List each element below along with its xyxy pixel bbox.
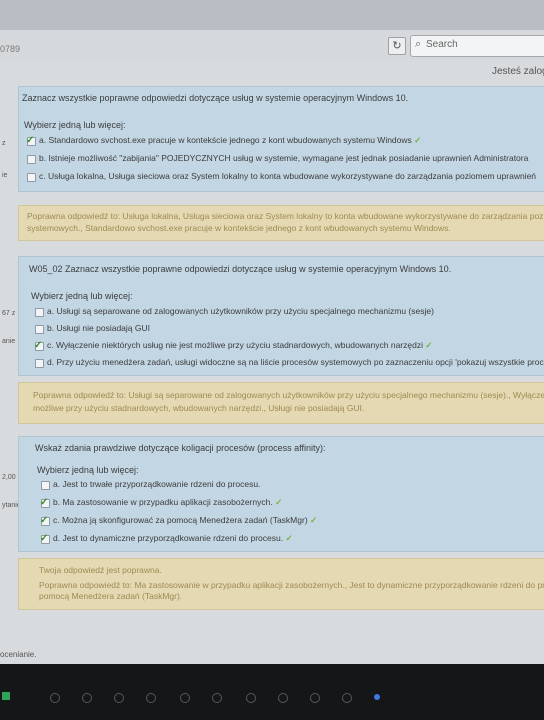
question-instruction: Wybierz jedną lub więcej:	[24, 120, 126, 130]
question-3-feedback: Twoja odpowiedź jest poprawna. Poprawna …	[18, 558, 544, 610]
feedback-line: możliwe przy użyciu stadnardowych, wbudo…	[33, 403, 365, 413]
status-text: ocenianie.	[0, 650, 37, 659]
question-2-feedback: Poprawna odpowiedź to: Usługi są separow…	[18, 382, 544, 424]
answer-checkbox-b[interactable]	[27, 155, 36, 164]
feedback-line: Poprawna odpowiedź to: Usługa lokalna, U…	[27, 211, 544, 221]
correct-tick-icon: ✓	[275, 497, 283, 507]
answer-checkbox-a[interactable]	[35, 308, 44, 317]
question-1-panel: Zaznacz wszystkie poprawne odpowiedzi do…	[18, 86, 544, 192]
checkmark-icon: ✓	[26, 135, 35, 146]
answer-checkbox-a[interactable]	[41, 481, 50, 490]
monitor-button-icon[interactable]	[310, 693, 320, 703]
monitor-button-icon[interactable]	[82, 693, 92, 703]
answer-option-b[interactable]: b. Ma zastosowanie w przypadku aplikacji…	[53, 497, 282, 508]
feedback-line: Twoja odpowiedź jest poprawna.	[39, 565, 162, 575]
answer-option-a[interactable]: a. Standardowo svchost.exe pracuje w kon…	[39, 135, 421, 146]
feedback-line: pomocą Menedżera zadań (TaskMgr).	[39, 591, 183, 601]
monitor-button-icon[interactable]	[246, 693, 256, 703]
checkmark-icon: ✓	[40, 497, 49, 508]
monitor-button-icon[interactable]	[212, 693, 222, 703]
correct-tick-icon: ✓	[414, 135, 422, 145]
question-instruction: Wybierz jedną lub więcej:	[37, 465, 139, 475]
reload-icon[interactable]: ↻	[388, 37, 406, 55]
url-fragment[interactable]: 0789	[0, 44, 20, 54]
correct-tick-icon: ✓	[310, 515, 318, 525]
question-info-mark: ie	[2, 172, 8, 179]
status-led-icon	[374, 694, 380, 700]
question-prompt: Zaznacz wszystkie poprawne odpowiedzi do…	[22, 93, 409, 103]
answer-option-d[interactable]: d. Przy użyciu menedżera zadań, usługi w…	[47, 357, 544, 367]
monitor-button-icon[interactable]	[114, 693, 124, 703]
question-info-mark: z	[2, 140, 6, 147]
monitor-bezel	[0, 664, 544, 720]
question-2-panel: W05_02 Zaznacz wszystkie poprawne odpowi…	[18, 256, 544, 376]
checkmark-icon: ✓	[40, 533, 49, 544]
answer-checkbox-d[interactable]	[35, 359, 44, 368]
monitor-button-icon[interactable]	[50, 693, 60, 703]
feedback-line: Poprawna odpowiedź to: Ma zastosowanie w…	[39, 580, 544, 590]
question-info-mark: 67 z	[2, 310, 16, 317]
answer-option-d[interactable]: d. Jest to dynamiczne przyporządkowanie …	[53, 533, 293, 544]
search-icon: ⌕	[415, 38, 422, 50]
power-indicator-icon	[2, 692, 10, 700]
question-prompt: Wskaż zdania prawdziwe dotyczące koligac…	[35, 443, 326, 453]
answer-option-a[interactable]: a. Jest to trwałe przyporządkowanie rdze…	[53, 479, 260, 489]
answer-checkbox-c[interactable]	[27, 173, 36, 182]
question-1-feedback: Poprawna odpowiedź to: Usługa lokalna, U…	[18, 205, 544, 241]
logged-in-text[interactable]: Jesteś zalogo	[492, 66, 544, 77]
answer-checkbox-b[interactable]	[35, 325, 44, 334]
answer-option-a[interactable]: a. Usługi są separowane od zalogowanych …	[47, 306, 434, 316]
answer-option-c[interactable]: c. Wyłączenie niektórych usług nie jest …	[47, 340, 432, 351]
answer-option-c[interactable]: c. Można ją skonfigurować za pomocą Mene…	[53, 515, 317, 526]
correct-tick-icon: ✓	[285, 533, 293, 543]
answer-option-b[interactable]: b. Usługi nie posiadają GUI	[47, 323, 150, 333]
answer-option-b[interactable]: b. Istnieje możliwość "zabijania" POJEDY…	[39, 153, 528, 163]
monitor-button-icon[interactable]	[342, 693, 352, 703]
monitor-button-icon[interactable]	[278, 693, 288, 703]
feedback-line: Poprawna odpowiedź to: Usługi są separow…	[33, 390, 544, 400]
checkmark-icon: ✓	[34, 340, 43, 351]
correct-tick-icon: ✓	[425, 340, 433, 350]
search-placeholder: Search	[426, 39, 458, 50]
monitor-button-icon[interactable]	[180, 693, 190, 703]
question-info-mark: anie	[2, 338, 16, 345]
checkmark-icon: ✓	[40, 515, 49, 526]
monitor-button-icon[interactable]	[146, 693, 156, 703]
question-prompt: W05_02 Zaznacz wszystkie poprawne odpowi…	[29, 264, 452, 274]
feedback-line: systemowych., Standardowo svchost.exe pr…	[27, 223, 451, 233]
question-3-panel: Wskaż zdania prawdziwe dotyczące koligac…	[18, 436, 544, 552]
answer-option-c[interactable]: c. Usługa lokalna, Usługa sieciowa oraz …	[39, 171, 536, 181]
question-instruction: Wybierz jedną lub więcej:	[31, 291, 133, 301]
